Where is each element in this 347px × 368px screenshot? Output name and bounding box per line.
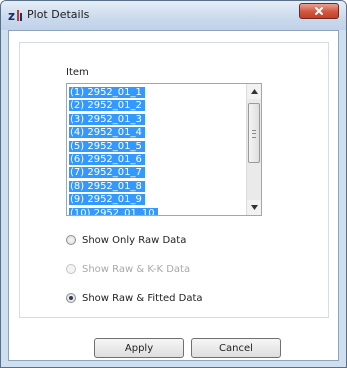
item-label: Item (66, 67, 89, 78)
item-list: (1) 2952_01_1 (2) 2952_01_2 (3) 2952_01_… (69, 86, 246, 215)
radio-button-icon (66, 293, 76, 303)
list-scrollbar[interactable] (246, 84, 261, 215)
app-icon: z (8, 9, 22, 22)
radio-label: Show Raw & K-K Data (82, 263, 191, 275)
arrow-down-icon (250, 205, 258, 210)
scroll-down-button[interactable] (247, 200, 261, 215)
list-item[interactable]: (7) 2952_01_7 (69, 166, 246, 179)
radio-show-raw-kk: Show Raw & K-K Data (66, 262, 190, 276)
options-group: Item (1) 2952_01_1 (2) 2952_01_2 (3) 295… (19, 42, 329, 318)
list-item[interactable]: (4) 2952_01_4 (69, 126, 246, 139)
scroll-up-button[interactable] (247, 84, 261, 99)
title-bar[interactable]: z Plot Details (1, 1, 346, 30)
radio-label: Show Raw & Fitted Data (82, 292, 203, 304)
dialog-client-area: Item (1) 2952_01_1 (2) 2952_01_2 (3) 295… (8, 30, 339, 361)
list-item[interactable]: (8) 2952_01_8 (69, 180, 246, 193)
scroll-thumb[interactable] (248, 103, 260, 163)
radio-show-raw-fitted[interactable]: Show Raw & Fitted Data (66, 291, 203, 305)
list-item[interactable]: (9) 2952_01_9 (69, 193, 246, 206)
svg-text:z: z (8, 9, 15, 22)
list-item[interactable]: (10) 2952_01_10 (69, 207, 246, 215)
window-title: Plot Details (27, 8, 90, 21)
close-icon (315, 7, 323, 15)
radio-show-only-raw[interactable]: Show Only Raw Data (66, 233, 186, 247)
arrow-up-icon (250, 89, 258, 94)
plot-details-dialog: z Plot Details Item (1) 2952_01_1 (2) 29… (0, 0, 347, 368)
radio-button-icon (66, 235, 76, 245)
list-item[interactable]: (3) 2952_01_3 (69, 113, 246, 126)
radio-button-icon (66, 264, 76, 274)
list-item[interactable]: (2) 2952_01_2 (69, 99, 246, 112)
cancel-button[interactable]: Cancel (191, 338, 281, 358)
apply-button[interactable]: Apply (94, 338, 184, 358)
close-button[interactable] (299, 3, 339, 19)
radio-label: Show Only Raw Data (82, 234, 187, 246)
list-item[interactable]: (6) 2952_01_6 (69, 153, 246, 166)
grip-icon (252, 130, 256, 138)
item-listbox[interactable]: (1) 2952_01_1 (2) 2952_01_2 (3) 2952_01_… (66, 83, 262, 216)
list-item[interactable]: (1) 2952_01_1 (69, 86, 246, 99)
list-item[interactable]: (5) 2952_01_5 (69, 140, 246, 153)
